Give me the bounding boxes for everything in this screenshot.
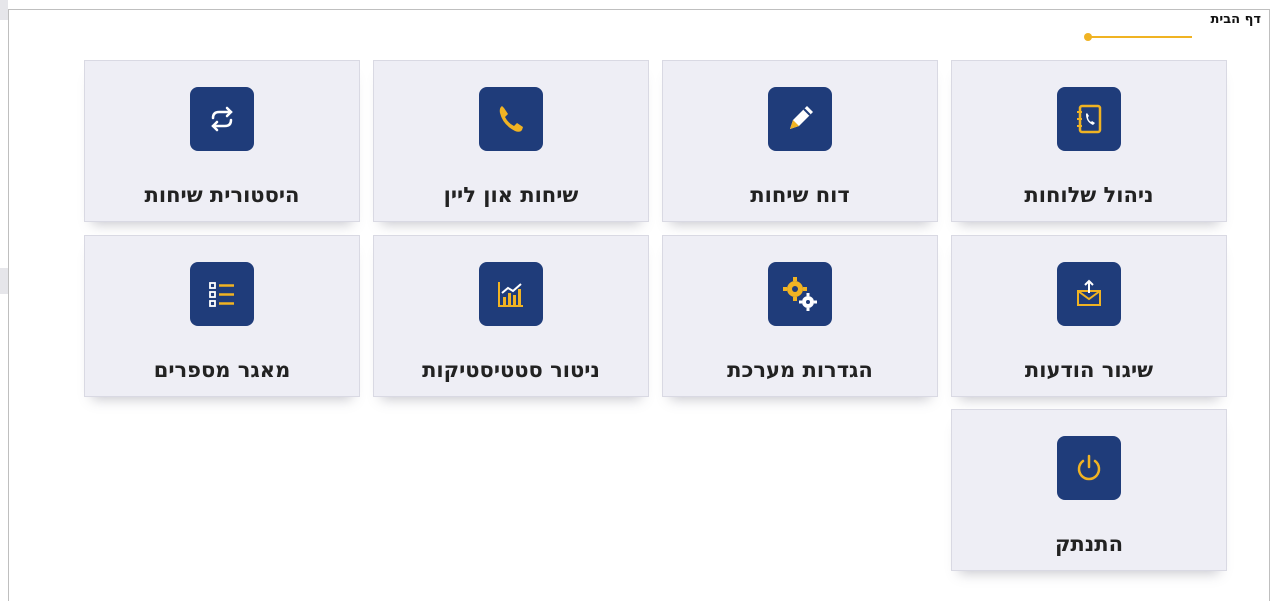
gears-icon: [768, 262, 832, 326]
breadcrumb-home[interactable]: דף הבית: [1210, 12, 1261, 27]
power-icon: [1057, 436, 1121, 500]
tile-label: שיגור הודעות: [1024, 358, 1154, 382]
tile-label: הגדרות מערכת: [727, 358, 873, 382]
left-edge-strip: [0, 0, 8, 20]
tile-label: ניהול שלוחות: [1024, 183, 1154, 207]
stats-chart-icon: [479, 262, 543, 326]
left-edge-strip: [0, 268, 8, 294]
breadcrumb-underline: [1088, 36, 1192, 38]
breadcrumb-dot: [1084, 33, 1092, 41]
contacts-book-icon: [1057, 87, 1121, 151]
list-icon: [190, 262, 254, 326]
phone-icon: [479, 87, 543, 151]
tile-statistics-monitor[interactable]: ניטור סטטיסטיקות: [373, 235, 649, 397]
tile-label: מאגר מספרים: [153, 358, 291, 382]
tile-numbers-pool[interactable]: מאגר מספרים: [84, 235, 360, 397]
repeat-icon: [190, 87, 254, 151]
tile-online-calls[interactable]: שיחות און ליין: [373, 60, 649, 222]
tile-label: דוח שיחות: [750, 183, 850, 207]
tile-label: היסטורית שיחות: [144, 183, 300, 207]
tile-system-settings[interactable]: הגדרות מערכת: [662, 235, 938, 397]
tile-extensions-management[interactable]: ניהול שלוחות: [951, 60, 1227, 222]
send-mail-icon: [1057, 262, 1121, 326]
tile-calls-history[interactable]: היסטורית שיחות: [84, 60, 360, 222]
tile-send-messages[interactable]: שיגור הודעות: [951, 235, 1227, 397]
tile-label: התנתק: [1054, 532, 1124, 556]
pencil-icon: [768, 87, 832, 151]
tile-label: שיחות און ליין: [443, 183, 579, 207]
tile-logout[interactable]: התנתק: [951, 409, 1227, 571]
tile-label: ניטור סטטיסטיקות: [422, 358, 600, 382]
tile-calls-report[interactable]: דוח שיחות: [662, 60, 938, 222]
